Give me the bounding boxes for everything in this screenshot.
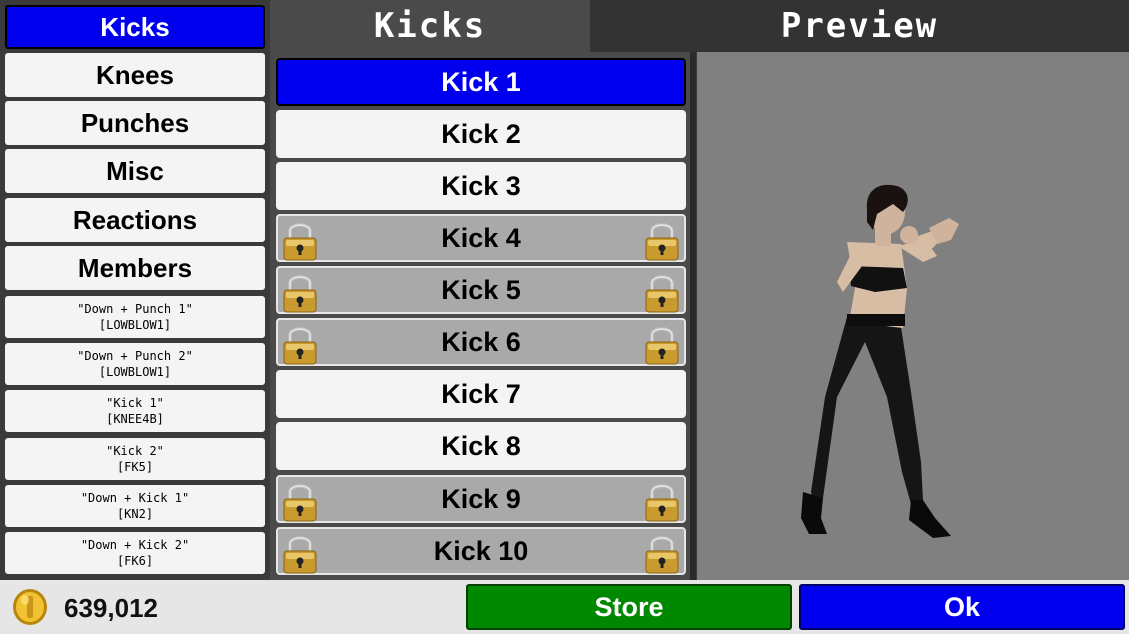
kick-item[interactable]: Kick 1 bbox=[276, 58, 686, 106]
kick-item[interactable]: Kick 8 bbox=[276, 422, 686, 470]
kick-item-locked[interactable]: Kick 6 bbox=[276, 318, 686, 366]
fighter-character-figure bbox=[801, 184, 959, 538]
padlock-icon bbox=[280, 219, 320, 261]
preview-title: Preview bbox=[590, 0, 1129, 52]
kick-item[interactable]: Kick 3 bbox=[276, 162, 686, 210]
kick-item-label: Kick 3 bbox=[441, 170, 521, 201]
move-slot-button[interactable]: "Kick 2" [FK5] bbox=[5, 438, 265, 480]
category-knees-button[interactable]: Knees bbox=[5, 53, 265, 97]
kick-item-label: Kick 10 bbox=[433, 535, 529, 566]
kick-item-label: Kick 9 bbox=[441, 483, 521, 514]
kick-item-label: Kick 4 bbox=[441, 222, 521, 253]
move-slot-button[interactable]: "Down + Kick 1" [KN2] bbox=[5, 485, 265, 527]
kick-item-label: Kick 6 bbox=[441, 326, 521, 357]
category-kicks-button[interactable]: Kicks bbox=[5, 5, 265, 49]
store-button[interactable]: Store bbox=[466, 584, 792, 630]
padlock-icon bbox=[642, 323, 682, 365]
coin-balance: 639,012 bbox=[64, 592, 158, 623]
ok-button[interactable]: Ok bbox=[799, 584, 1125, 630]
kick-item-label: Kick 2 bbox=[441, 118, 521, 149]
move-slot-code: [FK6] bbox=[116, 554, 154, 568]
move-slot-name: "Kick 1" bbox=[106, 396, 164, 410]
kick-item-locked[interactable]: Kick 4 bbox=[276, 214, 686, 262]
move-slot-button[interactable]: "Down + Kick 2" [FK6] bbox=[5, 532, 265, 574]
padlock-icon bbox=[280, 271, 320, 313]
kick-item-label: Kick 1 bbox=[441, 66, 521, 97]
character-preview[interactable] bbox=[697, 52, 1129, 580]
move-slot-name: "Down + Kick 1" bbox=[80, 491, 190, 505]
kick-item-label: Kick 5 bbox=[441, 274, 521, 305]
kick-item-label: Kick 7 bbox=[441, 378, 521, 409]
kick-list: Kick 1 Kick 2 Kick 3 Kick 4 Kick 5 Kick … bbox=[270, 52, 694, 580]
move-slot-code: [KNEE4B] bbox=[106, 412, 164, 426]
move-slot-code: [KN2] bbox=[116, 507, 154, 521]
category-misc-button[interactable]: Misc bbox=[5, 149, 265, 193]
kick-item-locked[interactable]: Kick 10 bbox=[276, 527, 686, 575]
category-punches-button[interactable]: Punches bbox=[5, 101, 265, 145]
padlock-icon bbox=[642, 532, 682, 574]
move-slot-name: "Down + Kick 2" bbox=[80, 538, 190, 552]
padlock-icon bbox=[280, 323, 320, 365]
kick-item-label: Kick 8 bbox=[441, 430, 521, 461]
padlock-icon bbox=[642, 271, 682, 313]
gold-coin-icon bbox=[13, 589, 47, 625]
kick-item[interactable]: Kick 2 bbox=[276, 110, 686, 158]
move-slot-name: "Kick 2" bbox=[106, 444, 164, 458]
list-title: Kicks bbox=[270, 0, 590, 52]
pane-divider bbox=[690, 52, 696, 580]
kick-item-locked[interactable]: Kick 5 bbox=[276, 266, 686, 314]
kick-item[interactable]: Kick 7 bbox=[276, 370, 686, 418]
category-sidebar: Kicks Knees Punches Misc Reactions Membe… bbox=[0, 0, 270, 580]
move-slot-button[interactable]: "Kick 1" [KNEE4B] bbox=[5, 390, 265, 432]
move-slot-name: "Down + Punch 2" bbox=[77, 349, 193, 363]
move-slot-code: [LOWBLOW1] bbox=[98, 318, 172, 332]
padlock-icon bbox=[642, 480, 682, 522]
move-slot-name: "Down + Punch 1" bbox=[77, 302, 193, 316]
category-members-button[interactable]: Members bbox=[5, 246, 265, 290]
move-slot-button[interactable]: "Down + Punch 2" [LOWBLOW1] bbox=[5, 343, 265, 385]
kick-item-locked[interactable]: Kick 9 bbox=[276, 475, 686, 523]
padlock-icon bbox=[642, 219, 682, 261]
padlock-icon bbox=[280, 532, 320, 574]
category-reactions-button[interactable]: Reactions bbox=[5, 198, 265, 242]
move-slot-button[interactable]: "Down + Punch 1" [LOWBLOW1] bbox=[5, 296, 265, 338]
move-slot-code: [LOWBLOW1] bbox=[98, 365, 172, 379]
padlock-icon bbox=[280, 480, 320, 522]
move-slot-code: [FK5] bbox=[116, 460, 154, 474]
